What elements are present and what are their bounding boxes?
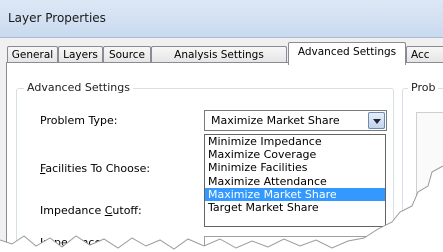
impedance-cutoff-label-end: utoff: [112, 204, 142, 217]
impedance-label: Impedance [40, 236, 102, 249]
problem-type-dropdown: Minimize Impedance Maximize Coverage Min… [204, 134, 386, 227]
option-minimize-facilities[interactable]: Minimize Facilities [205, 161, 385, 174]
facilities-to-choose-label-text: acilities To Choose: [45, 162, 151, 175]
option-minimize-impedance[interactable]: Minimize Impedance [205, 135, 385, 148]
option-maximize-market-share[interactable]: Maximize Market Share [205, 187, 385, 201]
impedance-field[interactable] [204, 236, 387, 252]
advanced-settings-group-label: Advanced Settings [24, 81, 133, 94]
impedance-cutoff-label-start: Impedance [40, 204, 105, 217]
impedance-cutoff-label: Impedance Cutoff: [40, 204, 142, 217]
tab-advanced-settings[interactable]: Advanced Settings [288, 42, 406, 65]
layer-properties-window: Layer Properties General Layers Source A… [0, 0, 443, 252]
window-title: Layer Properties [8, 11, 106, 25]
problem-type-label: Problem Type: [40, 114, 118, 127]
chevron-down-icon[interactable] [368, 112, 385, 129]
tab-strip: General Layers Source Analysis Settings … [0, 38, 443, 65]
problem-preview-box [416, 112, 443, 252]
problem-type-value: Maximize Market Share [211, 114, 340, 127]
facilities-to-choose-label: Facilities To Choose: [40, 162, 150, 175]
option-maximize-coverage[interactable]: Maximize Coverage [205, 148, 385, 161]
problem-type-select[interactable]: Maximize Market Share [204, 110, 387, 131]
title-bar[interactable]: Layer Properties [0, 0, 443, 38]
option-target-market-share[interactable]: Target Market Share [205, 201, 385, 214]
problem-group-label: Prob [408, 81, 439, 94]
option-maximize-attendance[interactable]: Maximize Attendance [205, 175, 385, 188]
